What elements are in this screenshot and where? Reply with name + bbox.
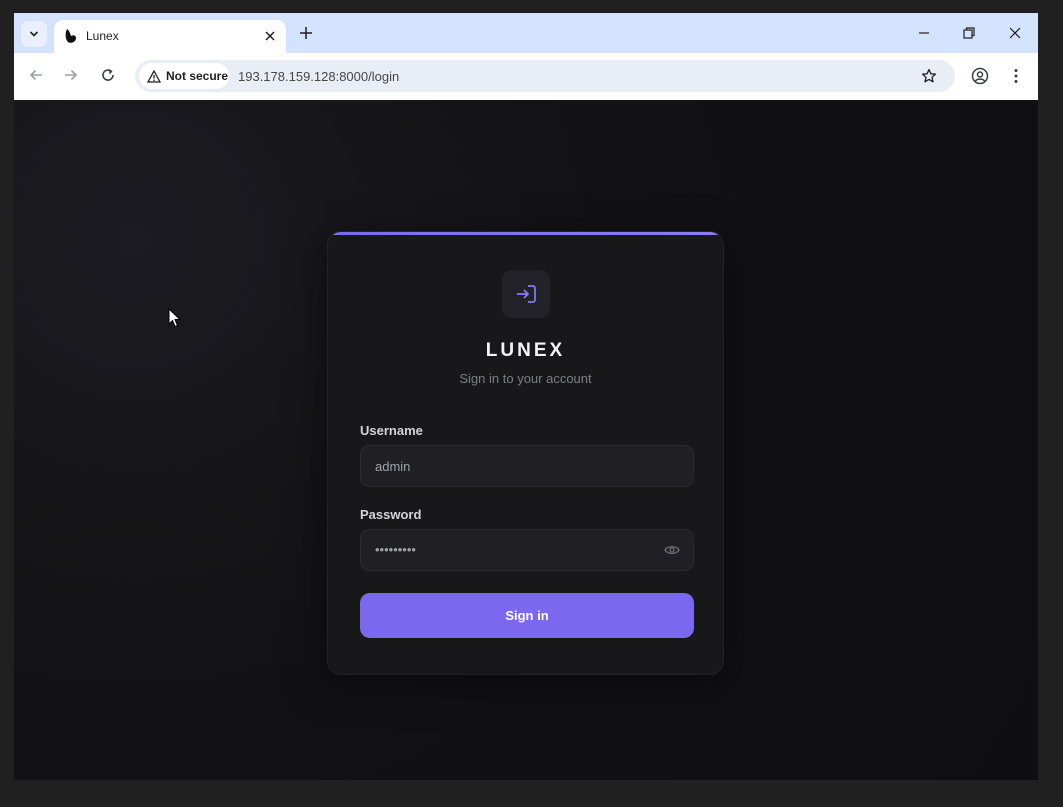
browser-tab[interactable]: Lunex: [54, 20, 286, 53]
address-bar[interactable]: Not secure 193.178.159.128:8000/login: [135, 60, 955, 92]
sign-in-button[interactable]: Sign in: [360, 593, 694, 638]
plus-icon[interactable]: [298, 25, 314, 41]
card-accent-bar: [328, 232, 723, 235]
username-input[interactable]: admin: [360, 445, 694, 487]
forward-icon[interactable]: [63, 67, 79, 83]
warning-icon: [147, 69, 161, 83]
logo-box: [502, 270, 550, 318]
page-content: LUNEX Sign in to your account Username a…: [14, 100, 1038, 780]
login-icon: [517, 285, 536, 303]
back-icon[interactable]: [28, 67, 44, 83]
username-value: admin: [375, 459, 411, 474]
browser-toolbar: Not secure 193.178.159.128:8000/login: [14, 53, 1038, 100]
tab-search-button[interactable]: [21, 21, 47, 47]
close-window-icon[interactable]: [1007, 25, 1023, 41]
brand-title: LUNEX: [485, 340, 566, 361]
close-icon[interactable]: [263, 29, 277, 43]
browser-window: Lunex Not secure 193.178.159.128:8000/lo…: [14, 13, 1038, 780]
url-text[interactable]: 193.178.159.128:8000/login: [238, 69, 399, 84]
profile-icon[interactable]: [971, 67, 989, 85]
tab-title: Lunex: [86, 29, 119, 43]
star-icon[interactable]: [921, 68, 937, 84]
security-label: Not secure: [166, 69, 229, 83]
password-value: •••••••••: [375, 542, 416, 557]
minimize-icon[interactable]: [916, 25, 932, 41]
password-input[interactable]: •••••••••: [360, 529, 694, 571]
menu-icon[interactable]: [1007, 67, 1025, 85]
login-card: LUNEX Sign in to your account Username a…: [327, 231, 724, 675]
chevron-down-icon: [29, 31, 39, 37]
login-subtitle: Sign in to your account: [459, 371, 592, 386]
mouse-cursor-icon: [168, 308, 182, 328]
reload-icon[interactable]: [100, 67, 116, 83]
eye-icon[interactable]: [664, 543, 680, 557]
security-chip[interactable]: Not secure: [139, 63, 229, 89]
password-label: Password: [360, 507, 422, 522]
tab-strip: Lunex: [14, 13, 1038, 53]
restore-icon[interactable]: [961, 25, 977, 41]
username-label: Username: [360, 423, 423, 438]
favicon-icon: [65, 29, 76, 43]
